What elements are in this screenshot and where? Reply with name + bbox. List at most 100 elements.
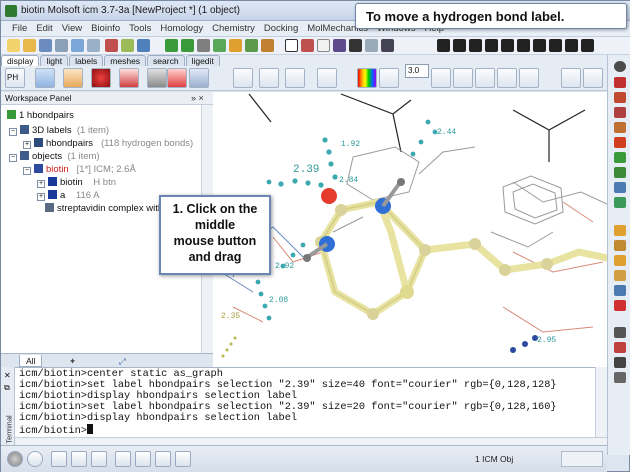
graphics-viewport[interactable]: 1.92 2.44 2.39 2.84 2.92 2.08 2.35 2.95: [213, 92, 607, 367]
wand-tool-icon[interactable]: [519, 68, 539, 88]
status-gear-icon[interactable]: [115, 451, 131, 467]
res-label-icon[interactable]: [233, 68, 253, 88]
hbond-distance-label[interactable]: 2.35: [221, 312, 240, 321]
center-icon[interactable]: [453, 68, 473, 88]
measure-icon[interactable]: [497, 68, 517, 88]
hbond-distance-label[interactable]: 1.92: [341, 140, 360, 149]
copy-icon[interactable]: [71, 39, 84, 52]
menu-edit[interactable]: Edit: [33, 21, 58, 36]
align-mid-icon[interactable]: [453, 39, 466, 52]
collapse-toggle-icon[interactable]: −: [9, 128, 17, 136]
status-list-icon[interactable]: [91, 451, 107, 467]
hbond-distance-label[interactable]: 2.84: [339, 176, 358, 185]
menu-tools[interactable]: Tools: [126, 21, 157, 36]
wire-icon[interactable]: [35, 68, 55, 88]
align-left-icon[interactable]: [485, 39, 498, 52]
expand-toggle-icon[interactable]: +: [37, 180, 45, 188]
pin-icon[interactable]: [565, 39, 578, 52]
r-letter-icon[interactable]: [197, 39, 210, 52]
ph-button[interactable]: PH: [5, 68, 25, 88]
tab-display[interactable]: display: [1, 55, 40, 66]
blue-tool-icon[interactable]: [614, 285, 626, 296]
status-globe-icon[interactable]: [7, 451, 23, 467]
tab-light[interactable]: light: [40, 55, 69, 66]
tab-link-icon[interactable]: ⤢: [113, 355, 132, 367]
tree-object-biotin[interactable]: − biotin [1*] ICM; 2.6Å: [23, 163, 136, 176]
text-tool-icon[interactable]: [614, 357, 626, 368]
menu-file[interactable]: File: [9, 21, 33, 36]
status-camera-icon[interactable]: [135, 451, 151, 467]
hbond-distance-label[interactable]: 2.95: [537, 336, 556, 345]
expand-toggle-icon[interactable]: +: [23, 141, 31, 149]
tab-meshes[interactable]: meshes: [104, 55, 147, 66]
menu-chemistry[interactable]: Chemistry: [209, 21, 261, 36]
skin-icon[interactable]: [167, 68, 187, 88]
tab-all[interactable]: All: [19, 355, 43, 367]
key-icon[interactable]: [229, 39, 242, 52]
distribute-v-icon[interactable]: [549, 39, 562, 52]
open-folder-icon[interactable]: [23, 39, 36, 52]
fullscreen-icon[interactable]: [431, 68, 451, 88]
fire-icon[interactable]: [614, 137, 626, 148]
text-a-icon[interactable]: [349, 39, 362, 52]
site-label-icon[interactable]: [285, 68, 305, 88]
status-film-icon[interactable]: [175, 451, 191, 467]
align-top-icon[interactable]: [437, 39, 450, 52]
color-palette-icon[interactable]: [357, 68, 377, 88]
tree-objects[interactable]: − objects (1 item): [9, 150, 100, 163]
grob-icon[interactable]: [189, 68, 209, 88]
collapse-toggle-icon[interactable]: −: [23, 167, 31, 175]
atom-label-icon[interactable]: [259, 68, 279, 88]
clip-tool-icon[interactable]: [614, 122, 626, 133]
zoom-icon[interactable]: [365, 39, 378, 52]
ribbon-icon[interactable]: [119, 68, 139, 88]
new-file-icon[interactable]: [7, 39, 20, 52]
network-icon[interactable]: [245, 39, 258, 52]
terminal-output[interactable]: icm/biotin>center static as_graph icm/bi…: [15, 367, 595, 437]
refresh-icon[interactable]: [614, 167, 626, 178]
record-icon[interactable]: [614, 342, 626, 353]
tab-labels[interactable]: labels: [69, 55, 104, 66]
menu-bioinfo[interactable]: Bioinfo: [88, 21, 126, 36]
select-icon[interactable]: [165, 39, 178, 52]
terminal-horizontal-scrollbar[interactable]: [15, 437, 607, 445]
pin-alt-icon[interactable]: [581, 39, 594, 52]
alignment-icon[interactable]: [137, 39, 150, 52]
menu-homology[interactable]: Homology: [157, 21, 209, 36]
distribute-h-icon[interactable]: [533, 39, 546, 52]
status-video-icon[interactable]: [155, 451, 171, 467]
sketch-icon[interactable]: [317, 39, 330, 52]
pdb-icon[interactable]: [285, 39, 298, 52]
undo-view-icon[interactable]: [583, 68, 603, 88]
workspace-controls[interactable]: » ×: [191, 93, 204, 103]
wand-icon[interactable]: [381, 39, 394, 52]
red-tool-icon[interactable]: [614, 300, 626, 311]
save-view-icon[interactable]: [561, 68, 581, 88]
tree-root[interactable]: 1 hbondpairs: [7, 109, 74, 122]
green-grid-icon[interactable]: [614, 197, 626, 208]
paste-icon[interactable]: [87, 39, 100, 52]
menu-view[interactable]: View: [59, 21, 88, 36]
surface-icon[interactable]: [147, 68, 167, 88]
align-tool3-icon[interactable]: [614, 255, 626, 266]
settings-tool-icon[interactable]: [614, 327, 626, 338]
select-residue-icon[interactable]: [181, 39, 194, 52]
status-window-icon[interactable]: [51, 451, 67, 467]
label-color-icon[interactable]: [379, 68, 399, 88]
zoom-tool-icon[interactable]: [614, 107, 626, 118]
structure-icon[interactable]: [301, 39, 314, 52]
cpk-icon[interactable]: [91, 68, 111, 88]
align-right-icon[interactable]: [517, 39, 530, 52]
align-tool2-icon[interactable]: [614, 240, 626, 251]
chain-icon[interactable]: [261, 39, 274, 52]
terminal-vertical-scrollbar[interactable]: [595, 367, 607, 437]
grid-tool-icon[interactable]: [614, 182, 626, 193]
translate-icon[interactable]: [614, 92, 626, 103]
rotate-icon[interactable]: [614, 77, 626, 88]
tree-molecule-biotin[interactable]: + biotin H btn: [37, 176, 116, 189]
status-cd-icon[interactable]: [27, 451, 43, 467]
hbond-distance-label[interactable]: 2.92: [275, 262, 294, 271]
grid-icon[interactable]: [213, 39, 226, 52]
ring-icon[interactable]: [333, 39, 346, 52]
align-tool-icon[interactable]: [614, 225, 626, 236]
